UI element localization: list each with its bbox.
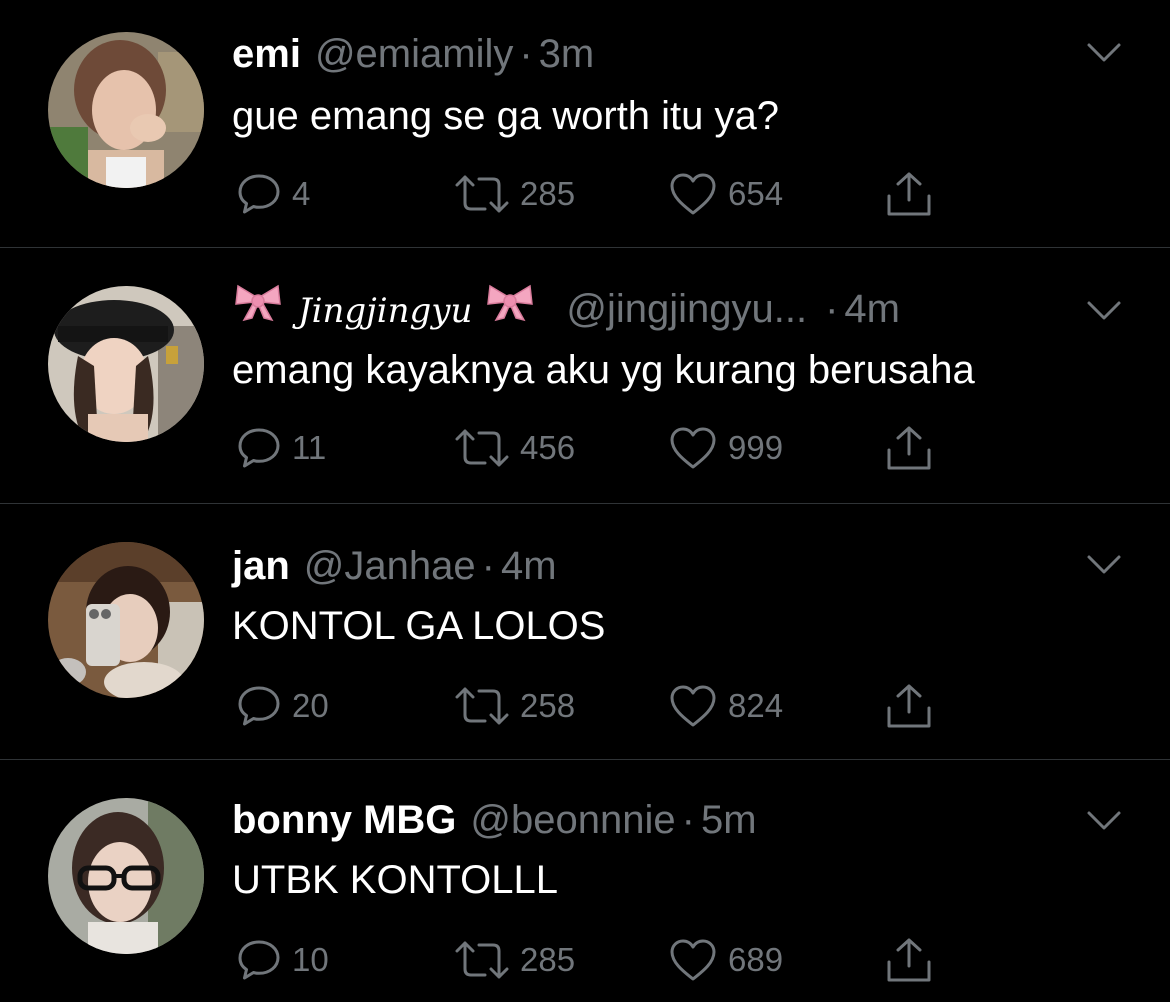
timestamp[interactable]: 4m — [844, 285, 900, 333]
tweet-header: jan @Janhae · 4m — [232, 542, 557, 590]
tweet-text: UTBK KONTOLLL — [232, 858, 559, 902]
tweet-actions: 11 456 999 — [236, 424, 956, 472]
reply-count: 20 — [292, 687, 329, 724]
avatar[interactable] — [48, 286, 204, 442]
tweet-header: Jingjingyu @jingjingyu... · 4m — [232, 282, 900, 333]
username-handle[interactable]: @jingjingyu... — [566, 285, 807, 333]
username-handle[interactable]: @emiamily — [315, 30, 513, 78]
retweet-count: 456 — [520, 429, 576, 466]
share-button[interactable] — [884, 682, 944, 730]
tweet-item[interactable]: Jingjingyu @jingjingyu... · 4m emang kay… — [0, 248, 1170, 504]
reply-button[interactable]: 20 — [236, 682, 329, 730]
timestamp[interactable]: 5m — [701, 796, 757, 844]
timestamp[interactable]: 4m — [501, 542, 557, 590]
avatar-photo — [48, 798, 204, 954]
speech-bubble-icon — [238, 686, 280, 726]
display-name[interactable]: emi — [232, 30, 301, 78]
tweet-item[interactable]: jan @Janhae · 4m KONTOL GA LOLOS 20 258 … — [0, 504, 1170, 760]
share-upload-icon — [887, 684, 931, 728]
retweet-button[interactable]: 285 — [454, 170, 575, 218]
tweet-text: emang kayaknya aku yg kurang berusaha — [232, 348, 975, 392]
like-count: 999 — [728, 429, 784, 466]
share-button[interactable] — [884, 170, 944, 218]
avatar-photo — [48, 286, 204, 442]
tweet-header: emi @emiamily · 3m — [232, 30, 594, 78]
like-count: 824 — [728, 687, 784, 724]
tweet-header: bonny MBG @beonnnie · 5m — [232, 796, 757, 844]
reply-count: 11 — [292, 429, 327, 466]
separator-dot: · — [519, 32, 533, 76]
separator-dot: · — [825, 287, 839, 331]
tweet-actions: 20 258 824 — [236, 682, 956, 730]
retweet-arrows-icon — [455, 429, 509, 467]
avatar[interactable] — [48, 542, 204, 698]
pink-bow-icon — [235, 284, 281, 322]
share-upload-icon — [887, 938, 931, 982]
username-handle[interactable]: @Janhae — [304, 542, 476, 590]
like-button[interactable]: 999 — [668, 424, 783, 472]
chevron-down-icon[interactable] — [1086, 300, 1122, 322]
tweet-text: KONTOL GA LOLOS — [232, 604, 606, 648]
chevron-down-icon[interactable] — [1086, 42, 1122, 64]
retweet-count: 285 — [520, 175, 576, 212]
separator-dot: · — [681, 798, 695, 842]
pink-bow-icon — [487, 284, 534, 322]
avatar-photo — [48, 542, 204, 698]
tweet-actions: 10 285 689 — [236, 936, 956, 984]
like-button[interactable]: 689 — [668, 936, 783, 984]
speech-bubble-icon — [238, 940, 280, 980]
reply-button[interactable]: 11 — [236, 424, 326, 472]
chevron-down-icon[interactable] — [1086, 554, 1122, 576]
retweet-arrows-icon — [455, 175, 509, 213]
tweet-actions: 4 285 654 — [236, 170, 956, 218]
avatar[interactable] — [48, 32, 204, 188]
retweet-button[interactable]: 258 — [454, 682, 575, 730]
heart-icon — [670, 685, 716, 727]
display-name[interactable]: Jingjingyu — [298, 287, 472, 335]
timestamp[interactable]: 3m — [539, 30, 595, 78]
speech-bubble-icon — [238, 428, 280, 468]
like-button[interactable]: 654 — [668, 170, 783, 218]
retweet-count: 258 — [520, 687, 576, 724]
retweet-arrows-icon — [455, 687, 509, 725]
tweet-text: gue emang se ga worth itu ya? — [232, 94, 780, 138]
tweet-item[interactable]: emi @emiamily · 3m gue emang se ga worth… — [0, 0, 1170, 248]
reply-count: 10 — [292, 941, 329, 978]
separator-dot: · — [481, 544, 495, 588]
heart-icon — [670, 427, 716, 469]
like-button[interactable]: 824 — [668, 682, 783, 730]
chevron-down-icon[interactable] — [1086, 810, 1122, 832]
reply-button[interactable]: 4 — [236, 170, 310, 218]
share-button[interactable] — [884, 424, 944, 472]
display-name[interactable]: jan — [232, 542, 290, 590]
retweet-arrows-icon — [455, 941, 509, 979]
retweet-count: 285 — [520, 941, 576, 978]
like-count: 689 — [728, 941, 784, 978]
retweet-button[interactable]: 456 — [454, 424, 575, 472]
retweet-button[interactable]: 285 — [454, 936, 575, 984]
reply-count: 4 — [292, 175, 311, 212]
share-button[interactable] — [884, 936, 944, 984]
display-name[interactable]: bonny MBG — [232, 796, 456, 844]
tweet-item[interactable]: bonny MBG @beonnnie · 5m UTBK KONTOLLL 1… — [0, 760, 1170, 1002]
like-count: 654 — [728, 175, 784, 212]
share-upload-icon — [887, 172, 931, 216]
heart-icon — [670, 173, 716, 215]
share-upload-icon — [887, 426, 931, 470]
heart-icon — [670, 939, 716, 981]
username-handle[interactable]: @beonnnie — [470, 796, 675, 844]
speech-bubble-icon — [238, 174, 280, 214]
avatar-photo — [48, 32, 204, 188]
avatar[interactable] — [48, 798, 204, 954]
reply-button[interactable]: 10 — [236, 936, 329, 984]
